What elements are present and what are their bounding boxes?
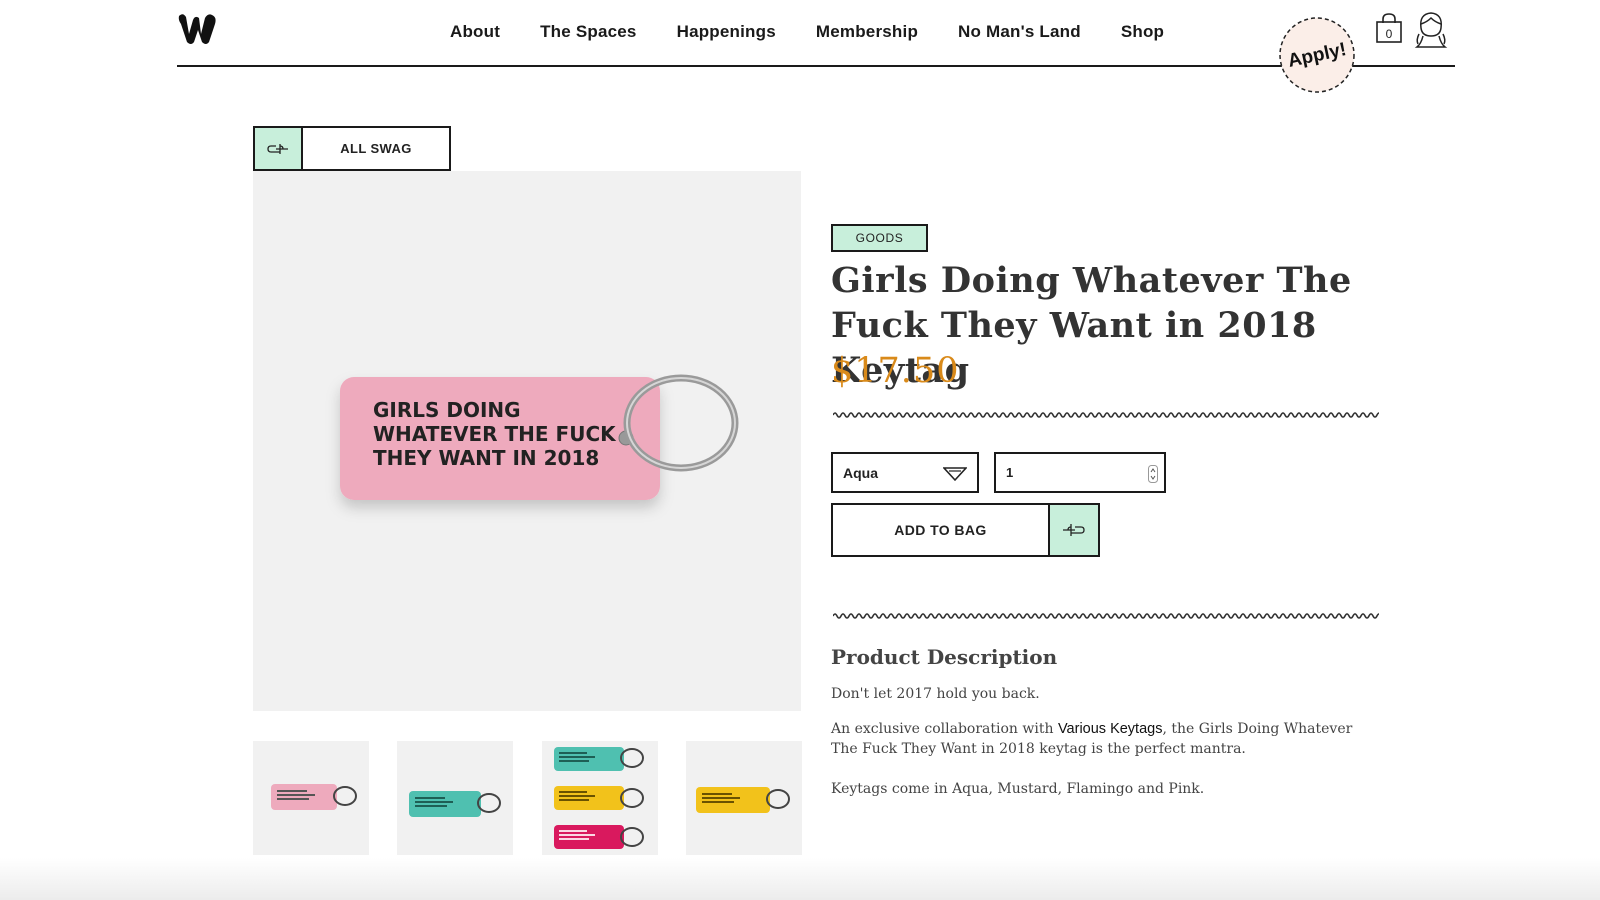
user-avatar-icon[interactable] [1413,10,1449,48]
all-swag-label: ALL SWAG [340,141,412,156]
color-select[interactable]: Aqua [831,452,979,493]
nav-no-mans-land[interactable]: No Man's Land [958,22,1081,42]
site-header: About The Spaces Happenings Membership N… [177,0,1455,93]
bag-count: 0 [1386,27,1393,41]
thumbnail-aqua[interactable] [397,741,513,855]
apply-badge-button[interactable]: Apply! [1277,15,1357,95]
keytag-text-line-2: WHATEVER THE FUCK [373,422,617,446]
description-paragraph-3: Keytags come in Aqua, Mustard, Flamingo … [831,781,1205,797]
thumbnail-pink[interactable] [253,741,369,855]
pointing-hand-right-icon [1048,505,1098,555]
nav-membership[interactable]: Membership [816,22,918,42]
product-description-heading: Product Description [831,645,1058,669]
thumbnail-all-colors[interactable] [542,741,658,855]
thumbnail-mustard[interactable] [686,741,802,855]
quantity-value: 1 [1006,465,1014,480]
spinner-arrows-icon[interactable] [1148,465,1158,483]
quantity-stepper[interactable]: 1 [994,452,1166,493]
wavy-divider [833,613,1379,619]
wavy-divider [833,412,1379,418]
thumbnail-strip [253,741,802,855]
all-swag-back-button[interactable]: ALL SWAG [253,126,451,171]
page-bottom-edge [0,858,1600,900]
nav-happenings[interactable]: Happenings [677,22,776,42]
shopping-bag-icon[interactable]: 0 [1374,12,1404,44]
category-tag[interactable]: GOODS [831,224,928,252]
nav-about[interactable]: About [450,22,500,42]
various-keytags-link[interactable]: Various Keytags [1058,721,1163,737]
keytag-text-line-3: THEY WANT IN 2018 [373,446,599,470]
description-paragraph-1: Don't let 2017 hold you back. [831,686,1040,702]
description-text: An exclusive collaboration with [831,721,1058,737]
main-nav: About The Spaces Happenings Membership N… [450,22,1204,42]
description-paragraph-2: An exclusive collaboration with Various … [831,719,1376,759]
color-selected-value: Aqua [843,464,878,481]
pointing-hand-left-icon [255,128,303,169]
nav-the-spaces[interactable]: The Spaces [540,22,637,42]
product-price: $17.50 [831,351,960,391]
nav-shop[interactable]: Shop [1121,22,1164,42]
keytag-text-line-1: GIRLS DOING [373,398,521,422]
product-main-image[interactable]: GIRLS DOING WHATEVER THE FUCK THEY WANT … [253,171,801,711]
add-to-bag-button[interactable]: ADD TO BAG [831,503,1100,557]
w-logo-icon[interactable] [177,12,221,46]
chevron-down-icon [943,467,967,482]
add-to-bag-label: ADD TO BAG [894,522,987,538]
